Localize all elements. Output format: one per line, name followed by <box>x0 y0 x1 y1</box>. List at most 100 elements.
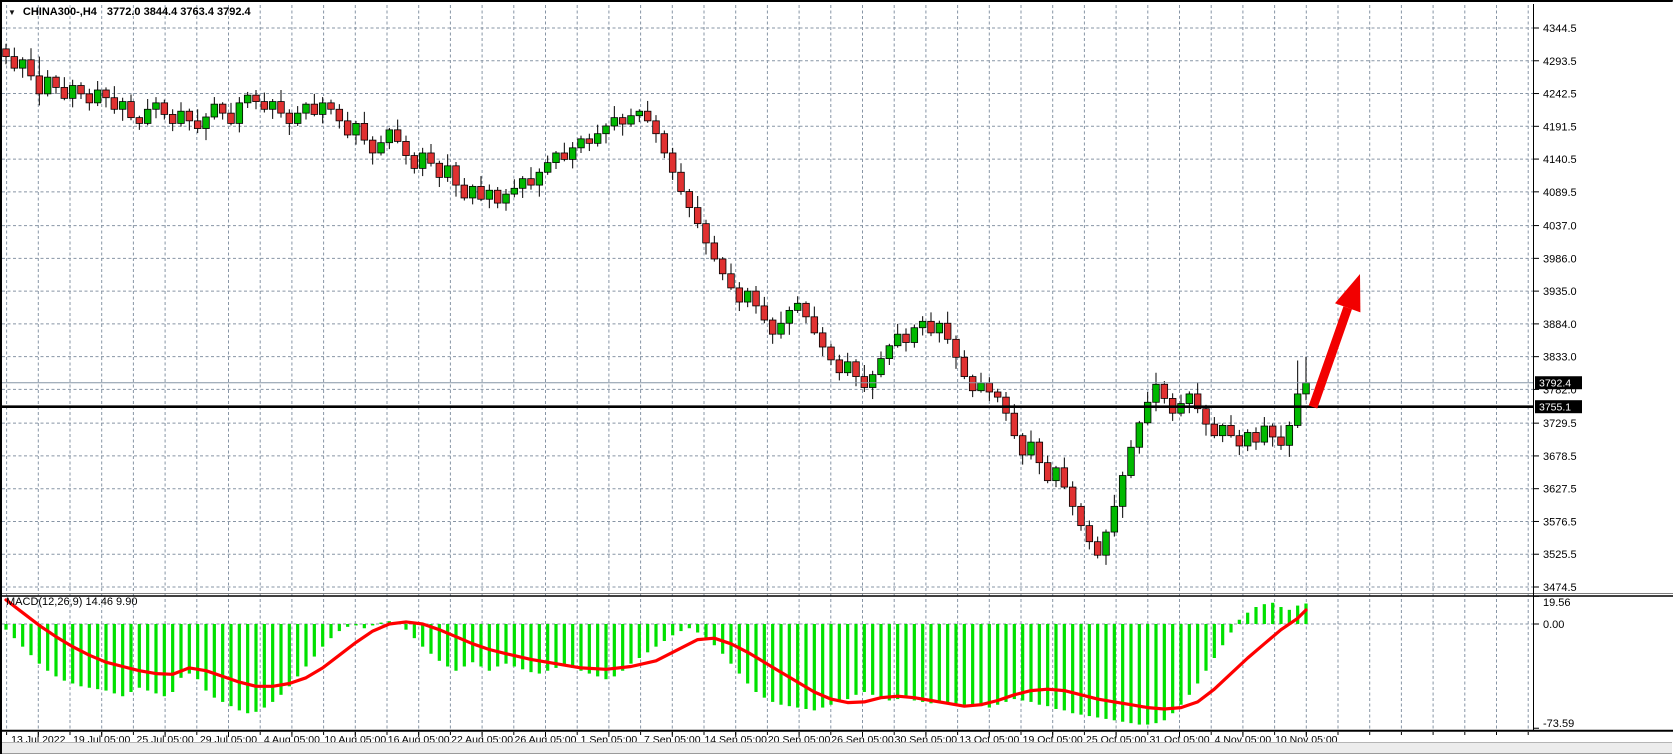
bear-candle <box>36 76 43 94</box>
bull-candle <box>1186 394 1193 404</box>
macd-bar <box>1121 624 1124 722</box>
bear-candle <box>394 130 401 142</box>
macd-bar <box>963 624 966 706</box>
macd-bar <box>1079 624 1082 715</box>
bear-candle <box>1078 506 1085 525</box>
bear-candle <box>861 377 868 388</box>
macd-bar <box>1163 624 1166 720</box>
macd-bar <box>496 624 499 666</box>
bear-candle <box>761 306 768 320</box>
bear-candle <box>194 121 201 129</box>
bull-candle <box>611 118 618 126</box>
chart-info-bar: ▼ CHINA300-,H4 3772.0 3844.4 3763.4 3792… <box>8 4 251 20</box>
ohlc-values: 3772.0 3844.4 3763.4 3792.4 <box>107 6 251 18</box>
macd-bar <box>38 624 41 664</box>
bull-candle <box>94 90 101 103</box>
bear-candle <box>1036 442 1043 463</box>
macd-bar <box>513 624 516 666</box>
bear-candle <box>1278 437 1285 445</box>
bull-candle <box>1128 447 1135 475</box>
price-axis-label: 4344.5 <box>1543 23 1577 35</box>
macd-bar <box>579 624 582 671</box>
macd-bar <box>229 624 232 706</box>
bear-candle <box>703 224 710 243</box>
bear-candle <box>669 153 676 172</box>
macd-bar <box>796 624 799 708</box>
bear-candle <box>228 113 235 123</box>
bull-candle <box>936 323 943 333</box>
macd-bar <box>654 624 657 647</box>
bear-candle <box>1269 426 1276 437</box>
bear-candle <box>711 243 718 259</box>
macd-bar <box>146 624 149 691</box>
macd-bar <box>129 624 132 692</box>
macd-bar <box>79 624 82 686</box>
bear-candle <box>311 104 318 114</box>
bear-candle <box>928 321 935 333</box>
macd-bar <box>288 624 291 686</box>
macd-bar <box>204 624 207 691</box>
macd-bar <box>1096 624 1099 717</box>
bull-candle <box>519 179 526 189</box>
bull-candle <box>1028 442 1035 455</box>
bull-candle <box>1053 468 1060 481</box>
bear-candle <box>1253 432 1260 442</box>
macd-bar <box>1196 624 1199 683</box>
bear-candle <box>528 179 535 185</box>
macd-bar <box>1021 624 1024 700</box>
macd-bar <box>888 624 891 700</box>
macd-bar <box>21 624 24 647</box>
macd-bar <box>1063 624 1066 710</box>
symbol-dropdown-icon[interactable]: ▼ <box>8 8 16 17</box>
macd-bar <box>1221 624 1224 645</box>
macd-bar <box>688 624 691 628</box>
chart-canvas[interactable]: 4344.54293.54242.54191.54140.54089.54037… <box>2 2 1673 754</box>
bear-candle <box>1228 425 1235 435</box>
macd-bar <box>971 624 974 705</box>
bull-candle <box>894 334 901 346</box>
macd-bar <box>154 624 157 693</box>
macd-bar <box>954 624 957 705</box>
macd-bar <box>1071 624 1074 713</box>
macd-bar <box>554 624 557 668</box>
macd-bar <box>988 624 991 708</box>
bear-candle <box>803 303 810 316</box>
bear-candle <box>994 392 1001 397</box>
bear-candle <box>619 118 626 124</box>
bear-candle <box>561 153 568 159</box>
bull-candle <box>1153 384 1160 402</box>
bull-candle <box>744 291 751 302</box>
macd-bar <box>829 624 832 705</box>
macd-bar <box>946 624 949 703</box>
bear-candle <box>128 102 135 118</box>
bear-candle <box>344 121 351 135</box>
bear-candle <box>586 139 593 143</box>
macd-bar <box>363 624 366 628</box>
bull-candle <box>211 104 218 117</box>
macd-bar <box>921 624 924 702</box>
bull-candle <box>419 153 426 168</box>
bull-candle <box>244 95 251 103</box>
bear-candle <box>369 140 376 153</box>
bear-candle <box>903 334 910 342</box>
macd-bar <box>846 624 849 699</box>
bear-candle <box>969 377 976 391</box>
bear-candle <box>661 134 668 153</box>
macd-bar <box>338 624 341 631</box>
macd-bar <box>221 624 224 702</box>
bull-candle <box>486 190 493 199</box>
bear-candle <box>278 102 285 114</box>
macd-bar <box>879 624 882 698</box>
bull-candle <box>236 103 243 124</box>
macd-bar <box>238 624 241 710</box>
bear-candle <box>411 156 418 169</box>
bull-candle <box>178 111 185 123</box>
macd-bar <box>263 624 266 708</box>
macd-bar <box>679 624 682 631</box>
bear-candle <box>336 109 343 121</box>
macd-bar <box>4 624 7 630</box>
bear-candle <box>828 347 835 360</box>
bear-candle <box>78 86 85 94</box>
macd-bar <box>246 624 249 713</box>
bear-candle <box>1236 436 1243 446</box>
